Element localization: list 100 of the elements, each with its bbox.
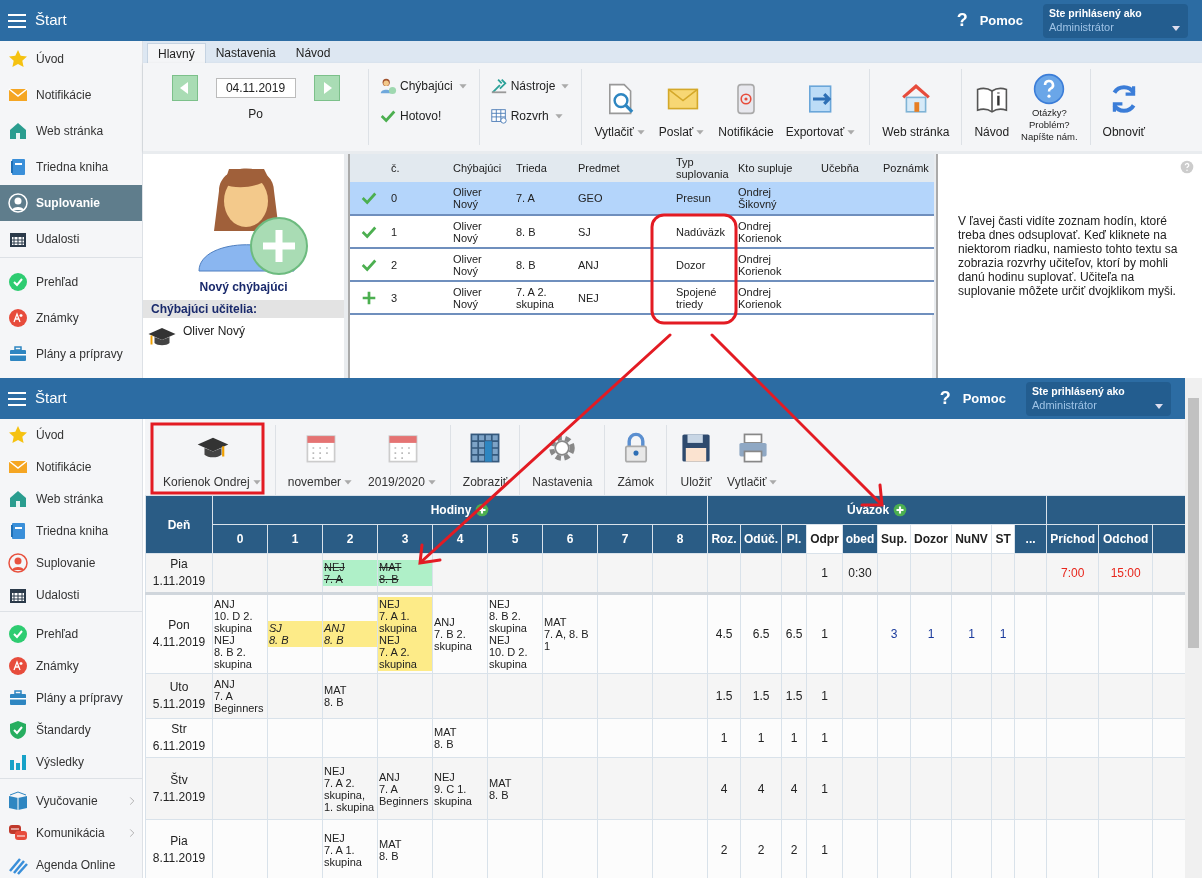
table-row[interactable]: 3 Oliver Nový 7. A 2. skupina NEJ Spojené triedy Ondrej Korienok (350, 281, 934, 314)
table-cell: 1 (387, 215, 449, 248)
column-header[interactable]: č. (387, 154, 449, 182)
column-header[interactable]: Učebňa (817, 154, 879, 182)
toolbar-button[interactable]: Uložiť (679, 425, 714, 495)
menu-icon[interactable] (8, 391, 26, 406)
toolbar-button[interactable]: Nástroje (489, 75, 572, 97)
toolbar-button[interactable]: november (287, 425, 355, 495)
toolbar-button[interactable]: Vytlačiť (588, 69, 653, 145)
toolbar-button[interactable]: Poslať (652, 69, 713, 145)
sidebar-item[interactable]: Agenda Online (0, 849, 142, 878)
table-cell: 6.5 (740, 593, 782, 674)
lesson-cell[interactable]: MAT 8. B (378, 560, 432, 586)
sidebar-item[interactable]: Plány a prípravy (0, 682, 142, 714)
sidebar-item[interactable]: Suplovanie (0, 547, 142, 579)
sidebar-item[interactable]: Web stránka (0, 483, 142, 515)
app-title[interactable]: Štart (35, 9, 67, 32)
sidebar-item[interactable]: Úvod (0, 41, 142, 77)
table-cell: 1 (781, 718, 807, 758)
sidebar-item[interactable]: Známky (0, 300, 142, 336)
sidebar-item[interactable]: Prehľad (0, 264, 142, 300)
table-cell: 1 (991, 593, 1015, 674)
notebook-icon (8, 521, 28, 541)
column-header: Dozor (910, 524, 952, 554)
table-cell: 1.5 (740, 673, 782, 719)
toolbar-button[interactable]: Notifikácie (712, 69, 780, 145)
check-circle-icon (8, 624, 28, 644)
toolbar-button[interactable]: Zobraziť (462, 425, 508, 495)
menu-icon[interactable] (8, 13, 26, 28)
sidebar-item[interactable]: Suplovanie (0, 185, 142, 221)
toolbar-button[interactable]: Návod (968, 69, 1016, 145)
sidebar-item[interactable]: Triedna kniha (0, 515, 142, 547)
sidebar-item[interactable]: Web stránka (0, 113, 142, 149)
table-row[interactable]: 0 Oliver Nový 7. A GEO Presun Ondrej Šikovný (350, 182, 934, 215)
toolbar-button[interactable]: Obnoviť (1096, 69, 1152, 145)
day-cell: Štv 7.11.2019 (145, 757, 213, 820)
toolbar-button[interactable]: Exportovať (779, 69, 864, 145)
toolbar-button[interactable]: Nastavenia (532, 425, 593, 495)
user-menu[interactable]: Ste prihlásený ako Administrátor (1043, 3, 1188, 38)
table-row[interactable]: 2 Oliver Nový 8. B ANJ Dozor Ondrej Korienok (350, 248, 934, 281)
table-cell: 1 (806, 718, 843, 758)
table-cell: 1 (806, 673, 843, 719)
sidebar-item[interactable]: Vyučovanie (0, 785, 142, 817)
sidebar-item[interactable]: Komunikácia (0, 817, 142, 849)
column-header[interactable]: Trieda (512, 154, 574, 182)
scrollbar[interactable] (1185, 378, 1202, 878)
toolbar-button[interactable]: Rozvrh (489, 105, 572, 127)
day-cell: Str 6.11.2019 (145, 718, 213, 758)
table-cell: Ondrej Korienok (734, 215, 817, 248)
table-cell: 1 (707, 718, 741, 758)
column-header[interactable]: Poznámk (879, 154, 934, 182)
tab[interactable]: Nastavenia (205, 43, 286, 63)
sidebar-item[interactable]: Štandardy (0, 714, 142, 746)
help-icon[interactable]: ? (939, 385, 951, 412)
help-link[interactable]: Pomoc (962, 388, 1006, 409)
help-icon[interactable]: ? (956, 7, 968, 34)
sidebar-item[interactable]: Úvod (0, 419, 142, 451)
table-cell: Spojené triedy (672, 281, 734, 314)
sidebar-item[interactable]: Známky (0, 650, 142, 682)
table-cell: 1 (951, 593, 992, 674)
tab[interactable]: Hlavný (147, 43, 206, 63)
toolbar-button[interactable]: 2019/2020 (368, 425, 438, 495)
help-link[interactable]: Pomoc (979, 10, 1023, 31)
table-cell: 4 (707, 757, 741, 820)
toolbar-button[interactable]: Vytlačiť (727, 425, 780, 495)
sidebar-item[interactable]: Triedna kniha (0, 149, 142, 185)
user-menu[interactable]: Ste prihlásený ako Administrátor (1026, 381, 1171, 416)
app-title[interactable]: Štart (35, 387, 67, 410)
weekday-label: Po (248, 106, 263, 123)
toolbar-button[interactable]: Chýbajúci (379, 75, 469, 97)
column-header[interactable]: Predmet (574, 154, 672, 182)
contact-button[interactable]: Otázky? Problém? Napíšte nám. (1015, 69, 1084, 145)
tab[interactable]: Návod (285, 43, 341, 63)
sidebar-item[interactable]: Notifikácie (0, 451, 142, 483)
date-field[interactable]: 04.11.2019 (215, 78, 296, 98)
toolbar-button[interactable]: Web stránka (876, 69, 956, 145)
sidebar-item[interactable]: Výsledky (0, 746, 142, 778)
lesson-cell[interactable]: ANJ 8. B (323, 621, 377, 647)
lesson-cell[interactable]: SJ 8. B (268, 621, 322, 647)
help-icon (1180, 160, 1194, 174)
toolbar-button[interactable]: Hotovo! (379, 105, 469, 127)
table-cell: 7. A (512, 182, 574, 215)
table-cell: 4.5 (707, 593, 741, 674)
column-group-header: Hodiny (430, 502, 472, 519)
table-row[interactable]: 1 Oliver Nový 8. B SJ Nadúväzk Ondrej Korienok (350, 215, 934, 248)
sidebar-item[interactable]: Notifikácie (0, 77, 142, 113)
sidebar-item[interactable]: Plány a prípravy (0, 336, 142, 372)
toolbar-button[interactable]: Zámok (617, 425, 655, 495)
column-header[interactable]: Typ suplovania (672, 154, 734, 182)
column-header[interactable]: Chýbajúci (449, 154, 512, 182)
lesson-cell[interactable]: NEJ 7. A (323, 560, 377, 586)
teacher-name[interactable]: Oliver Nový (183, 322, 245, 340)
table-cell: 3 (387, 281, 449, 314)
help-text: V ľavej časti vidíte zoznam hodín, ktoré treba dnes odsuplovať. Keď kliknete na niektorom riadku, namiesto tohto textu sa zobrazia rozvrhy učiteľov, ktorí by mohli danú hodinu suplovať. Učiteľa na suplovanie môžete určiť dvojklikom myši. (958, 214, 1179, 298)
lesson-cell[interactable]: NEJ 7. A 1. skupina NEJ 7. A 2. skupina (378, 597, 432, 671)
new-absent-link[interactable]: Nový chýbajúci (199, 278, 288, 296)
column-header[interactable]: Kto supluje (734, 154, 817, 182)
sidebar-item[interactable]: Udalosti (0, 579, 142, 611)
sidebar-item[interactable]: Prehľad (0, 618, 142, 650)
sidebar-item[interactable]: Udalosti (0, 221, 142, 257)
